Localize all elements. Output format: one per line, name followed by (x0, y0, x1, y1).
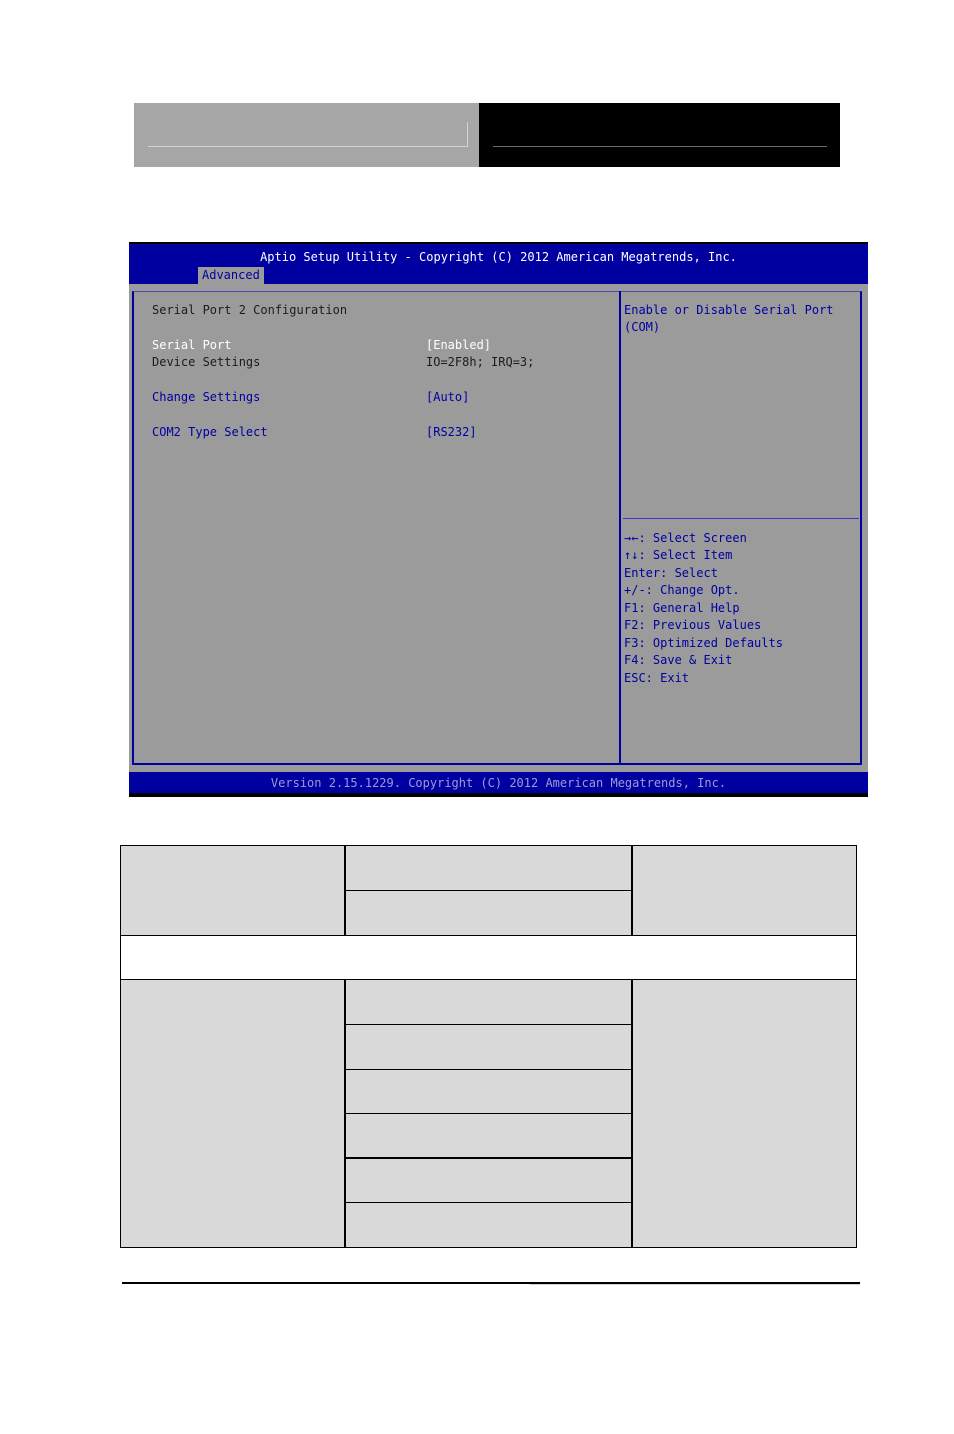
bios-status-bar: Version 2.15.1229. Copyright (C) 2012 Am… (129, 772, 868, 793)
header-rule (148, 146, 468, 147)
table-border (120, 935, 857, 936)
setting-com2-type-value[interactable]: [RS232] (426, 424, 477, 440)
table-border (345, 1202, 632, 1203)
key-legend-select-item: ↑↓: Select Item (624, 548, 733, 562)
setting-com2-type-label[interactable]: COM2 Type Select (152, 424, 268, 440)
setting-change-settings-label[interactable]: Change Settings (152, 389, 260, 405)
table-cell (345, 1113, 632, 1158)
table-border (345, 1069, 632, 1070)
bios-screen: Aptio Setup Utility - Copyright (C) 2012… (129, 242, 868, 797)
key-legend-f2: F2: Previous Values (624, 618, 762, 632)
table-border (345, 1157, 632, 1159)
table-cell (120, 845, 345, 935)
key-legend-f4: F4: Save & Exit (624, 653, 733, 667)
doc-table (120, 845, 857, 1248)
table-cell (120, 979, 345, 1248)
setting-device-settings-label: Device Settings (152, 355, 261, 369)
bios-title: Aptio Setup Utility - Copyright (C) 2012… (260, 250, 737, 264)
table-cell (345, 1069, 632, 1113)
document-header-right (479, 103, 840, 167)
key-legend-enter: Enter: Select (624, 566, 718, 580)
key-legend-change-opt: +/-: Change Opt. (624, 583, 740, 597)
setting-serial-port-label[interactable]: Serial Port (152, 337, 231, 353)
bios-panel-divider (619, 291, 621, 765)
key-legend-f3: F3: Optimized Defaults (624, 636, 783, 650)
setting-device-settings-value: IO=2F8h; IRQ=3; (426, 355, 535, 369)
header-rule (493, 146, 827, 147)
tab-advanced[interactable]: Advanced (198, 267, 264, 284)
table-border (345, 890, 632, 891)
table-border (345, 1024, 632, 1025)
table-cell (345, 1158, 632, 1203)
help-separator (623, 518, 859, 519)
table-cell (345, 890, 632, 935)
table-border (120, 845, 121, 1248)
bios-main-panel: Serial Port 2 Configuration Serial Port … (129, 284, 868, 772)
table-cell (345, 1024, 632, 1069)
table-cell (632, 979, 857, 1248)
help-text-line: Enable or Disable Serial Port (624, 303, 834, 317)
header-rule-vertical (467, 122, 468, 147)
key-legend-esc: ESC: Exit (624, 671, 690, 685)
table-border (345, 1113, 632, 1114)
key-legend-f1: F1: General Help (624, 601, 740, 615)
table-border (120, 979, 857, 980)
section-heading: Serial Port 2 Configuration (152, 303, 348, 317)
table-border (120, 1247, 857, 1248)
setting-change-settings-value[interactable]: [Auto] (426, 389, 469, 405)
table-cell (632, 845, 857, 935)
table-cell (345, 845, 632, 890)
table-cell (345, 979, 632, 1024)
key-legend-select-screen: →←: Select Screen (624, 531, 747, 545)
bios-version: Version 2.15.1229. Copyright (C) 2012 Am… (270, 776, 727, 790)
document-header-left (134, 103, 479, 167)
footer-rule-shadow (530, 1284, 860, 1285)
table-cell-span (120, 935, 857, 979)
bios-title-bar: Aptio Setup Utility - Copyright (C) 2012… (129, 244, 868, 284)
setting-serial-port-value[interactable]: [Enabled] (426, 337, 491, 353)
help-text-line: (COM) (624, 320, 661, 334)
table-border (120, 845, 857, 846)
table-cell (345, 1203, 632, 1248)
table-border (856, 845, 857, 1248)
